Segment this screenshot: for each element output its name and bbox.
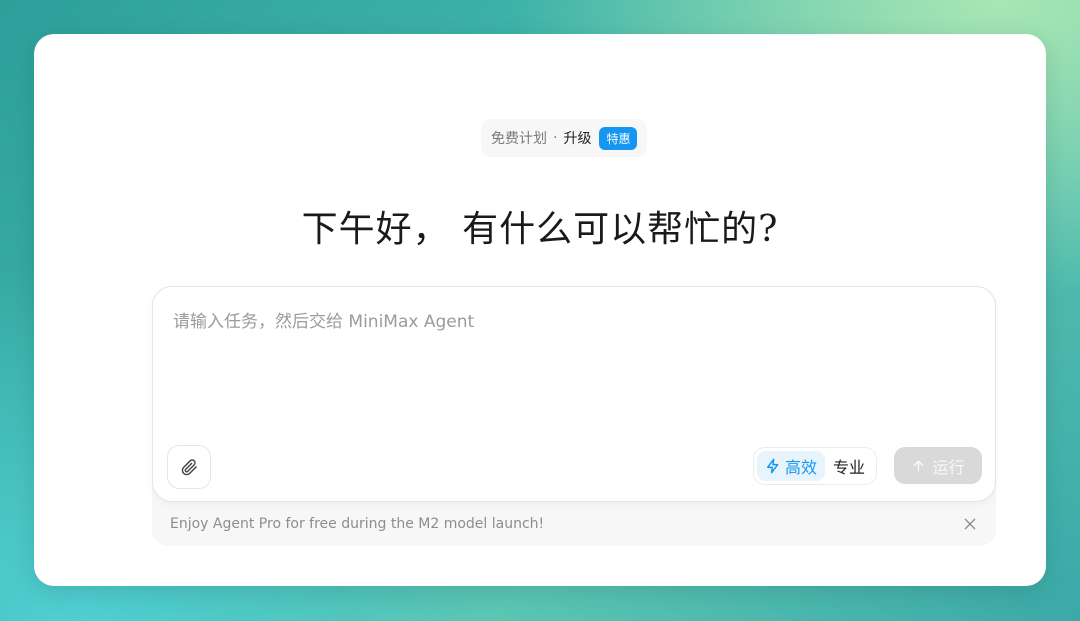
pro-mode-label: 专业	[833, 458, 866, 477]
run-label: 运行	[932, 457, 965, 477]
special-offer-badge[interactable]: 特惠	[599, 126, 638, 150]
efficient-mode-label: 高效	[785, 458, 818, 477]
plan-separator: ·	[553, 130, 558, 146]
close-promo-button[interactable]	[960, 514, 980, 534]
promo-text: Enjoy Agent Pro for free during the M2 m…	[170, 516, 545, 532]
greeting-heading: 下午好， 有什么可以帮忙的?	[301, 209, 779, 250]
task-input[interactable]	[171, 305, 975, 419]
mode-toggle: 高效 专业	[753, 447, 878, 485]
attach-button[interactable]	[167, 445, 211, 489]
upgrade-link[interactable]: 升级	[563, 128, 591, 148]
paperclip-icon	[181, 458, 198, 476]
run-button[interactable]: 运行	[894, 447, 982, 484]
pro-mode-option[interactable]: 专业	[825, 451, 873, 481]
lightning-icon	[765, 458, 781, 474]
arrow-up-icon	[911, 458, 926, 473]
main-card: 免费计划 · 升级 特惠 下午好， 有什么可以帮忙的? 高效	[34, 34, 1046, 586]
efficient-mode-option[interactable]: 高效	[757, 451, 826, 481]
free-plan-label: 免费计划	[491, 131, 547, 147]
close-icon	[962, 516, 978, 532]
task-composer: 高效 专业 运行	[152, 286, 996, 502]
plan-indicator: 免费计划 · 升级 特惠	[481, 119, 648, 157]
